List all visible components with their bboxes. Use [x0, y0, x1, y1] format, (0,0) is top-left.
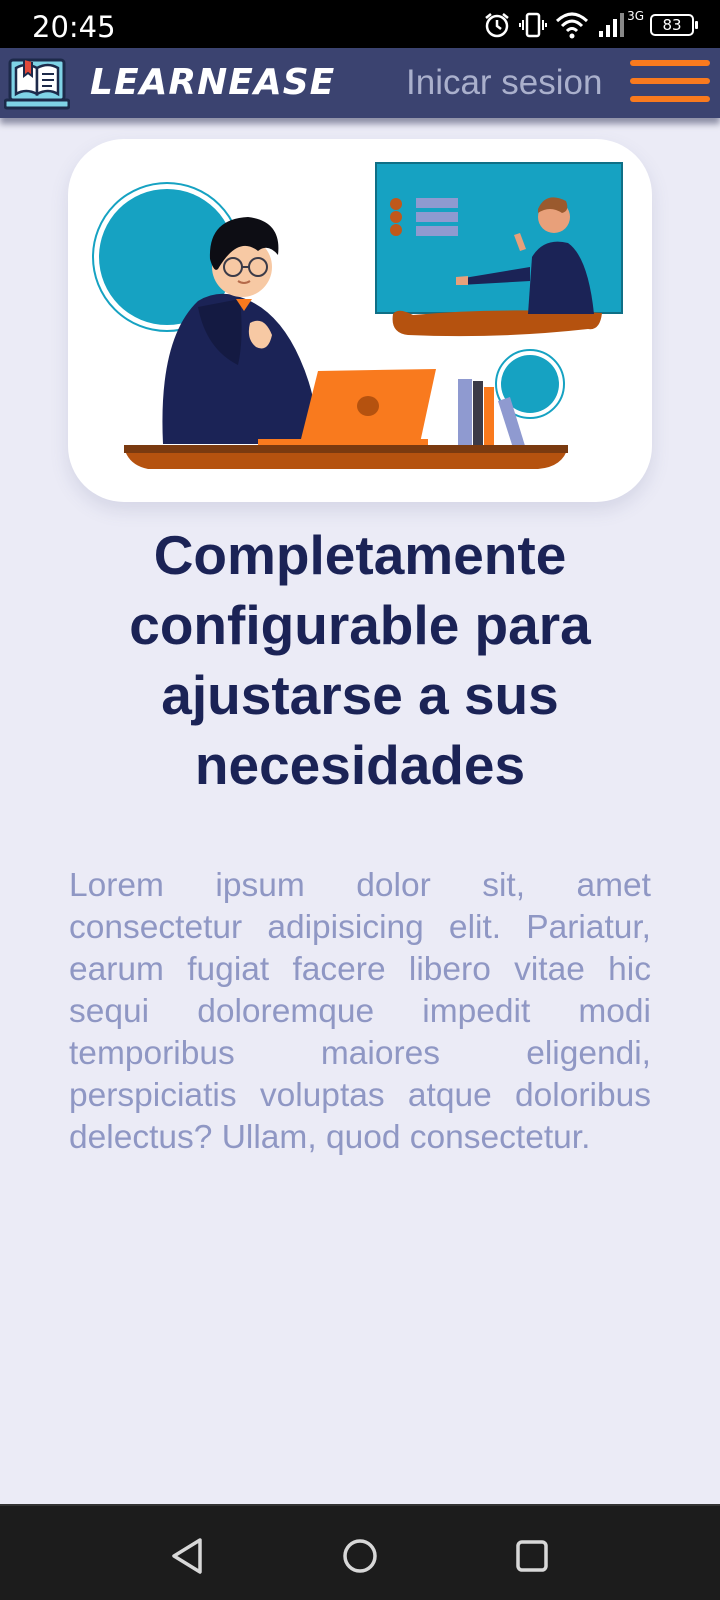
menu-bar-2 [630, 78, 710, 84]
screen: 20:45 3G 83 LEARNEASE Inicar sesion Comp… [0, 0, 720, 1600]
page-title: Completamente configurable para ajustars… [129, 524, 591, 796]
hamburger-menu-icon[interactable] [630, 60, 710, 108]
menu-bar-3 [630, 96, 710, 102]
brand-name[interactable]: LEARNEASE [90, 62, 335, 103]
status-icons: 3G 83 [483, 9, 698, 40]
battery-level: 83 [662, 16, 682, 34]
signal-icon [599, 13, 625, 37]
hero-card [68, 139, 652, 502]
status-time: 20:45 [32, 10, 116, 44]
student-online-class-illustration [92, 162, 623, 469]
app-header: LEARNEASE Inicar sesion [0, 48, 720, 118]
home-icon[interactable] [340, 1536, 380, 1576]
alarm-icon [485, 13, 509, 38]
vibrate-icon [519, 12, 548, 38]
wifi-icon [556, 12, 589, 39]
menu-bar-1 [630, 60, 710, 66]
back-icon[interactable] [168, 1536, 208, 1576]
network-label: 3G [627, 9, 644, 23]
description-text: Lorem ipsum dolor sit, amet consectetur … [69, 867, 651, 1156]
recents-icon[interactable] [512, 1536, 552, 1576]
login-link[interactable]: Inicar sesion [406, 63, 602, 103]
battery-icon: 83 [650, 14, 698, 36]
system-nav-bar [0, 1504, 720, 1600]
logo-icon[interactable] [4, 54, 70, 112]
status-bar: 20:45 3G 83 [0, 0, 720, 48]
